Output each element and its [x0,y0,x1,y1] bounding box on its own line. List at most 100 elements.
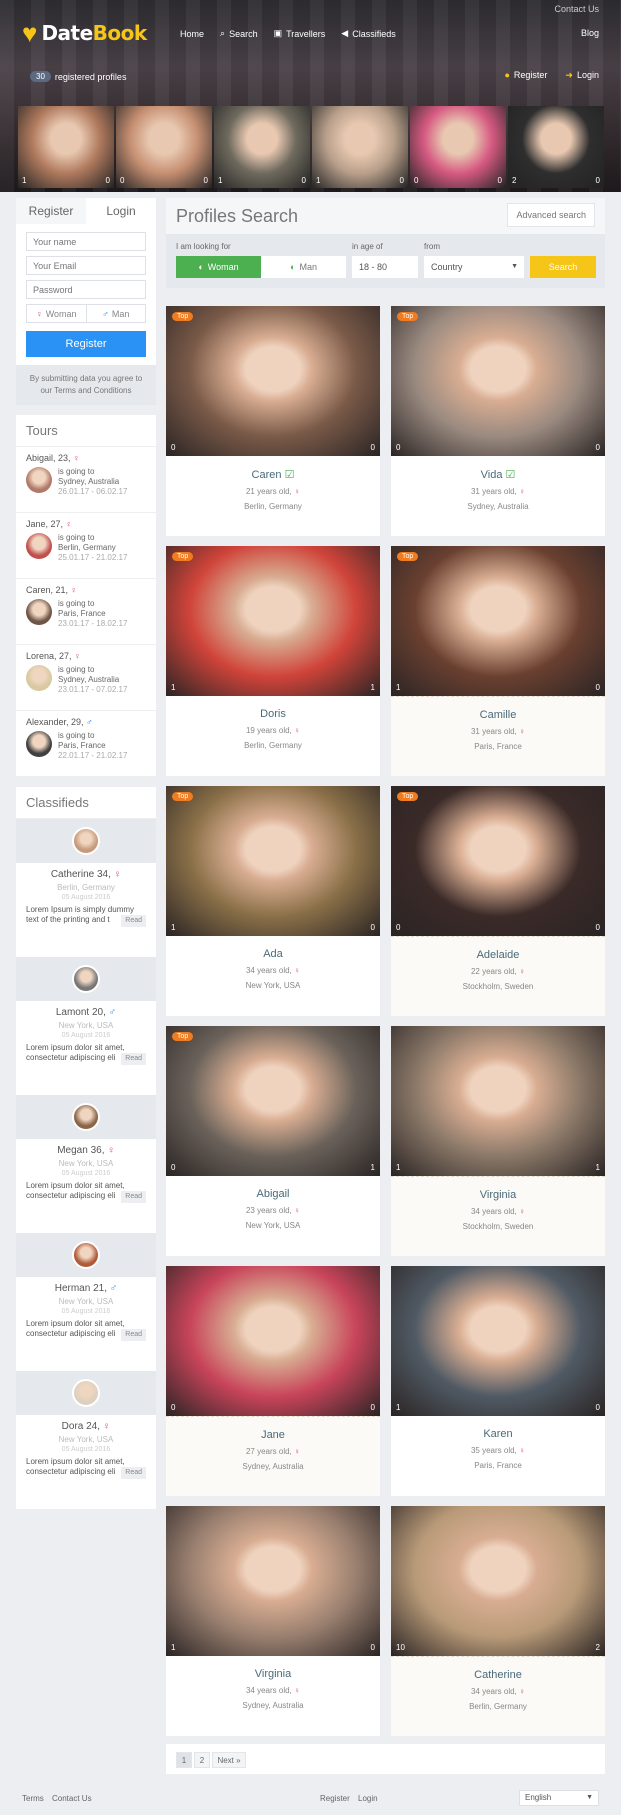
search-woman-toggle[interactable]: ◐ Woman [176,256,261,278]
classified-item[interactable]: Catherine 34, ♀ Berlin, Germany 05 August … [16,819,156,957]
profile-card[interactable]: 1 0 Virginia 34 years old, ♀ Sydney, Austral… [166,1506,380,1736]
tab-login[interactable]: Login [86,198,156,224]
read-button[interactable]: Read [121,1467,146,1479]
profile-photo[interactable]: Top 0 0 [391,306,605,456]
profile-name[interactable]: Ada [166,948,380,960]
profile-name[interactable]: Doris [166,708,380,720]
avatar[interactable] [72,965,100,993]
avatar[interactable] [26,533,52,559]
read-button[interactable]: Read [121,1329,146,1341]
strip-profile-photo[interactable]: 10 [18,106,114,188]
profile-photo[interactable]: 00 [166,1266,380,1416]
nav-travellers[interactable]: ▣ Travellers [274,28,326,39]
tab-register[interactable]: Register [16,198,86,224]
tour-item[interactable]: Lorena, 27, ♀ is going to Sydney, Australi… [16,645,156,711]
profile-card[interactable]: 10 2 Catherine 34 years old, ♀ Berlin, Germa… [391,1506,605,1736]
nav-blog[interactable]: Blog [581,28,599,38]
profile-card[interactable]: Top 1 0 Camille 31 years old, ♀ Paris, France [391,546,605,776]
contact-us-link[interactable]: Contact Us [554,4,599,14]
page-1[interactable]: 1 [176,1752,192,1768]
avatar[interactable] [26,599,52,625]
read-button[interactable]: Read [121,915,146,927]
profile-card[interactable]: Top 0 1 Abigail 23 years old, ♀ New York, USA [166,1026,380,1256]
profile-photo[interactable]: Top 1 0 [166,786,380,936]
search-button[interactable]: Search [530,256,596,278]
nav-search[interactable]: ⌕ Search [220,28,258,39]
footer-login[interactable]: Login [358,1794,378,1803]
profile-photo[interactable]: Top 1 1 [166,546,380,696]
tour-item[interactable]: Caren, 21, ♀ is going to Paris, France 23.0… [16,579,156,645]
email-field[interactable] [26,256,146,275]
profile-name[interactable]: Jane [166,1429,380,1441]
profile-card[interactable]: Top 0 0 Caren ☑ 21 years old, ♀ Berlin, Germa… [166,306,380,536]
profile-name[interactable]: Catherine [391,1669,605,1681]
profile-card[interactable]: Top 1 0 Ada 34 years old, ♀ New York, USA [166,786,380,1016]
tour-item[interactable]: Jane, 27, ♀ is going to Berlin, Germany 25.… [16,513,156,579]
avatar[interactable] [72,1379,100,1407]
profile-photo[interactable]: 10 [391,1266,605,1416]
classified-item[interactable]: Herman 21, ♂ New York, USA 05 August 2016 L… [16,1233,156,1371]
profile-name[interactable]: Virginia [166,1668,380,1680]
profile-card[interactable]: Top 1 1 Doris 19 years old, ♀ Berlin, Germany [166,546,380,776]
profile-photo[interactable]: Top 1 0 [391,546,605,696]
avatar[interactable] [26,467,52,493]
tour-item[interactable]: Abigail, 23, ♀ is going to Sydney, Austral… [16,447,156,513]
header-register-link[interactable]: ● Register [504,70,547,81]
strip-profile-photo[interactable]: 20 [508,106,604,188]
language-select[interactable]: English ▼ [519,1790,599,1806]
profile-name[interactable]: Abigail [166,1188,380,1200]
strip-profile-photo[interactable]: 00 [410,106,506,188]
photo-count: 0 [595,683,600,692]
profile-card[interactable]: Top 0 0 Vida ☑ 31 years old, ♀ Sydney, Austra… [391,306,605,536]
next-page[interactable]: Next » [212,1752,246,1768]
avatar[interactable] [26,665,52,691]
footer-contact[interactable]: Contact Us [52,1794,92,1803]
profile-card[interactable]: 1 1 Virginia 34 years old, ♀ Stockholm, Swed… [391,1026,605,1256]
gender-man-option[interactable]: ♂ Man [87,305,146,322]
page-2[interactable]: 2 [194,1752,210,1768]
nav-classifieds[interactable]: ◀ Classifieds [341,28,395,39]
classified-item[interactable]: Lamont 20, ♂ New York, USA 05 August 2016 L… [16,957,156,1095]
profile-photo[interactable]: Top 0 0 [391,786,605,936]
profile-name[interactable]: Karen [391,1428,605,1440]
advanced-search-button[interactable]: Advanced search [507,203,595,227]
profile-name[interactable]: Camille [391,709,605,721]
footer-register[interactable]: Register [320,1794,350,1803]
profile-name[interactable]: Adelaide [391,949,605,961]
profile-photo[interactable]: 10 2 [391,1506,605,1656]
password-field[interactable] [26,280,146,299]
profile-name[interactable]: Virginia [391,1189,605,1201]
profile-name[interactable]: Vida ☑ [391,468,605,481]
tour-item[interactable]: Alexander, 29, ♂ is going to Paris, France… [16,711,156,777]
avatar[interactable] [72,827,100,855]
nav-home[interactable]: Home [180,28,204,39]
profile-card[interactable]: 0 0 Jane 27 years old, ♀ Sydney, Australia [166,1266,380,1496]
profile-card[interactable]: 1 0 Karen 35 years old, ♀ Paris, France [391,1266,605,1496]
classified-item[interactable]: Dora 24, ♀ New York, USA 05 August 2016 Lor… [16,1371,156,1509]
classified-name-text: Megan 36, [57,1145,105,1156]
footer-terms[interactable]: Terms [22,1794,44,1803]
register-button[interactable]: Register [26,331,146,357]
gender-woman-option[interactable]: ♀ Woman [27,305,87,322]
age-range-input[interactable]: 18 - 80 [352,256,418,278]
logo[interactable]: ♥ DateBook [22,20,147,46]
strip-profile-photo[interactable]: 10 [214,106,310,188]
read-button[interactable]: Read [121,1053,146,1065]
read-button[interactable]: Read [121,1191,146,1203]
profile-photo[interactable]: 10 [166,1506,380,1656]
avatar[interactable] [72,1241,100,1269]
strip-profile-photo[interactable]: 10 [312,106,408,188]
profile-name[interactable]: Caren ☑ [166,468,380,481]
classified-item[interactable]: Megan 36, ♀ New York, USA 05 August 2016 Lo… [16,1095,156,1233]
country-select[interactable]: Country ▼ [424,256,524,278]
profile-photo[interactable]: 11 [391,1026,605,1176]
strip-profile-photo[interactable]: 00 [116,106,212,188]
search-man-toggle[interactable]: ◐ Man [261,256,346,278]
avatar[interactable] [72,1103,100,1131]
name-field[interactable] [26,232,146,251]
header-login-link[interactable]: ➜ Login [565,70,599,81]
profile-photo[interactable]: Top 0 1 [166,1026,380,1176]
profile-card[interactable]: Top 0 0 Adelaide 22 years old, ♀ Stockholm, S… [391,786,605,1016]
profile-photo[interactable]: Top 0 0 [166,306,380,456]
avatar[interactable] [26,731,52,757]
